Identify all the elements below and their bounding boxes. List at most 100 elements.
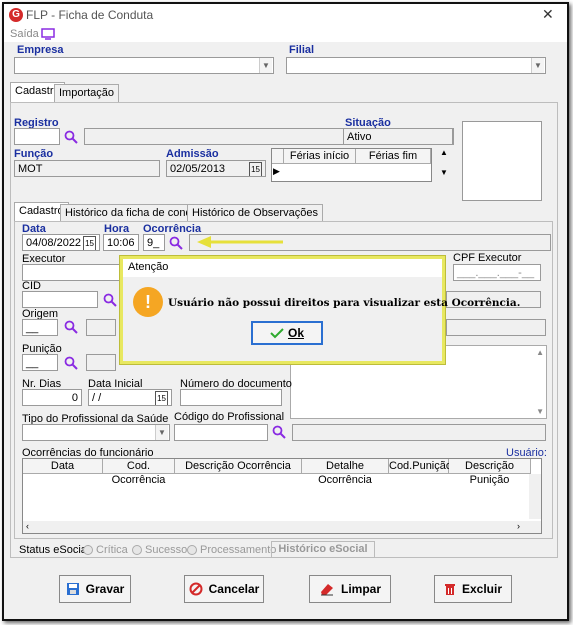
status-esocial-label: Status eSocial: xyxy=(19,544,93,556)
codigo-profissional-input[interactable] xyxy=(174,424,268,441)
excluir-button[interactable]: Excluir xyxy=(434,575,512,603)
origem-input[interactable]: __ xyxy=(22,319,58,336)
ok-button[interactable]: Ok xyxy=(251,321,323,345)
limpar-label: Limpar xyxy=(340,582,381,596)
horizontal-scrollbar[interactable] xyxy=(23,521,541,533)
punicao-input[interactable]: __ xyxy=(22,354,58,371)
ok-label: Ok xyxy=(287,326,304,340)
funcao-field: MOT xyxy=(14,160,160,177)
cancelar-label: Cancelar xyxy=(208,582,260,596)
filial-select[interactable]: ▼ xyxy=(286,57,546,74)
filial-label: Filial xyxy=(289,44,315,56)
eraser-icon xyxy=(320,584,333,596)
ocorrencias-grid[interactable]: Data Cod. Ocorrência Descrição Ocorrênci… xyxy=(22,458,542,534)
attention-dialog: Atenção ! Usuário não possui direitos pa… xyxy=(120,256,520,364)
dialog-title: Atenção xyxy=(123,259,442,277)
col-descricao-punicao: Descrição Punição xyxy=(449,459,531,486)
search-icon[interactable] xyxy=(64,320,78,334)
vertical-scrollbar[interactable] xyxy=(529,474,541,519)
radio-sucesso[interactable] xyxy=(132,545,142,555)
col-cod-punicao: Cod.Punição xyxy=(389,459,452,474)
hora-input[interactable]: 10:06 xyxy=(103,234,139,251)
search-icon[interactable] xyxy=(272,425,286,439)
origem-desc-field xyxy=(86,319,116,336)
nr-dias-input[interactable]: 0 xyxy=(22,389,82,406)
yellow-arrow-annotation xyxy=(197,236,283,248)
chevron-down-icon[interactable]: ▼ xyxy=(155,425,168,440)
situacao-field: Ativo xyxy=(343,128,453,145)
ocorrencia-input[interactable]: 9_ xyxy=(143,234,165,251)
sucesso-label: Sucesso xyxy=(145,544,188,556)
ferias-inicio-header: Férias início xyxy=(284,149,356,164)
tipo-profissional-select[interactable]: ▼ xyxy=(22,424,170,441)
calendar-icon[interactable]: 15 xyxy=(83,236,96,250)
col-data: Data xyxy=(23,459,103,474)
punicao-desc-field xyxy=(86,354,116,371)
menu-bar xyxy=(4,26,567,42)
ferias-fim-header: Férias fim xyxy=(356,149,431,164)
scroll-up-icon[interactable]: ▲ xyxy=(440,148,448,157)
scroll-up-icon[interactable]: ▲ xyxy=(536,348,544,357)
limpar-button[interactable]: Limpar xyxy=(309,575,391,603)
num-documento-input[interactable] xyxy=(180,389,282,406)
funcao-label: Função xyxy=(14,148,54,160)
cpf-executor-label: CPF Executor xyxy=(453,252,522,264)
codigo-profissional-label: Código do Profissional xyxy=(174,411,285,423)
calendar-icon[interactable]: 15 xyxy=(249,162,262,176)
warning-icon: ! xyxy=(133,287,163,317)
radio-critica[interactable] xyxy=(83,545,93,555)
executor-input[interactable] xyxy=(22,264,122,281)
close-icon[interactable]: ✕ xyxy=(542,6,554,23)
radio-processamento[interactable] xyxy=(187,545,197,555)
admissao-field: 02/05/2013 15 xyxy=(166,160,266,177)
historico-esocial-button[interactable]: Histórico eSocial xyxy=(271,541,375,558)
search-icon[interactable] xyxy=(64,130,78,144)
gravar-label: Gravar xyxy=(85,582,125,596)
photo-box xyxy=(462,121,542,201)
gravar-button[interactable]: Gravar xyxy=(59,575,131,603)
critica-label: Crítica xyxy=(96,544,128,556)
scroll-down-icon[interactable]: ▼ xyxy=(536,407,544,416)
admissao-label: Admissão xyxy=(166,148,219,160)
data-inicial-input[interactable]: / / 15 xyxy=(88,389,172,406)
admissao-value: 02/05/2013 xyxy=(170,163,226,175)
scroll-left-icon[interactable]: ‹ xyxy=(26,521,29,531)
data-input[interactable]: 04/08/2022 15 xyxy=(22,234,100,251)
chevron-down-icon[interactable]: ▼ xyxy=(531,58,544,73)
empresa-label: Empresa xyxy=(17,44,64,56)
check-icon xyxy=(270,328,284,339)
dialog-message: Usuário não possui direitos para visuali… xyxy=(168,297,521,309)
tab-importacao[interactable]: Importação xyxy=(54,84,120,102)
scroll-right-icon[interactable]: › xyxy=(517,521,520,531)
data-value: 04/08/2022 xyxy=(26,237,82,249)
scroll-down-icon[interactable]: ▼ xyxy=(440,168,448,177)
menu-saida[interactable]: Saída xyxy=(10,28,39,40)
app-logo-icon: G xyxy=(9,8,23,22)
window-title: FLP - Ficha de Conduta xyxy=(26,8,154,22)
col-cod-ocorrencia: Cod. Ocorrência xyxy=(103,459,175,486)
registro-input[interactable] xyxy=(14,128,60,145)
save-icon xyxy=(66,583,79,595)
row-pointer-icon: ▶ xyxy=(273,166,280,176)
origem-desc-field-right xyxy=(446,319,546,336)
col-detalhe-ocorrencia: Detalhe Ocorrência xyxy=(302,459,389,486)
processamento-label: Processamento xyxy=(200,544,277,556)
monitor-icon[interactable] xyxy=(41,28,55,40)
cid-input[interactable] xyxy=(22,291,98,308)
cancel-icon xyxy=(189,582,203,596)
search-icon[interactable] xyxy=(169,236,183,250)
empresa-select[interactable]: ▼ xyxy=(14,57,274,74)
search-icon[interactable] xyxy=(64,356,78,370)
search-icon[interactable] xyxy=(103,293,117,307)
excluir-label: Excluir xyxy=(461,582,503,596)
trash-icon xyxy=(444,584,455,595)
calendar-icon[interactable]: 15 xyxy=(155,391,168,405)
codigo-profissional-desc xyxy=(292,424,546,441)
cancelar-button[interactable]: Cancelar xyxy=(184,575,264,603)
col-descricao-ocorrencia: Descrição Ocorrência xyxy=(175,459,302,474)
ferias-grid: Férias início Férias fim ▶ xyxy=(271,148,432,182)
chevron-down-icon[interactable]: ▼ xyxy=(259,58,272,73)
data-inicial-value: / / xyxy=(92,392,102,404)
cpf-executor-input[interactable]: ___.___.___-__ xyxy=(453,264,541,281)
tab-historico-observacoes[interactable]: Histórico de Observações xyxy=(187,204,323,222)
